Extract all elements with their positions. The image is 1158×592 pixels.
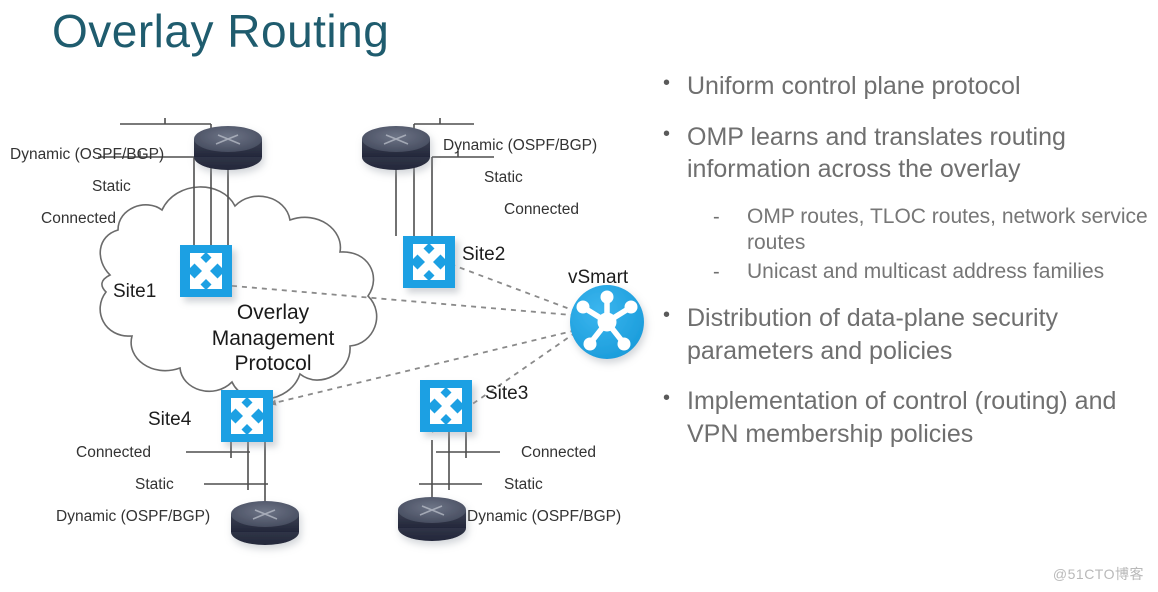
bullet-text: Implementation of control (routing) and …	[687, 387, 1117, 448]
site2-label-static: Static	[484, 169, 523, 186]
vsmart-controller-icon[interactable]	[570, 285, 644, 359]
site3-label-static: Static	[504, 476, 543, 493]
site2-label-dynamic: Dynamic (OSPF/BGP)	[443, 137, 598, 154]
overlay-routing-diagram: Dynamic (OSPF/BGP) Static Connected Site…	[0, 60, 660, 592]
site3-edge-router-icon[interactable]	[420, 380, 472, 432]
site1-router-icon	[194, 126, 262, 170]
site1-label-dynamic: Dynamic (OSPF/BGP)	[10, 146, 165, 163]
sub-bullet-marker: -	[713, 205, 720, 228]
site4-label-static: Static	[135, 476, 174, 493]
sub-bullet-item-2: - Unicast and multicast address families	[655, 259, 1155, 286]
page-title: Overlay Routing	[52, 5, 390, 57]
sub-bullet-text: OMP routes, TLOC routes, network service…	[747, 204, 1148, 255]
watermark: @51CTO博客	[1052, 566, 1144, 582]
site2-edge-router-icon[interactable]	[403, 236, 455, 288]
bullet-list: • Uniform control plane protocol • OMP l…	[655, 70, 1155, 468]
site1-edge-router-icon[interactable]	[180, 245, 232, 297]
site2-label: Site2	[462, 244, 506, 265]
site2-label-connected: Connected	[504, 201, 579, 218]
bullet-item-2: • OMP learns and translates routing info…	[655, 121, 1155, 186]
cloud-text: Overlay Management Protocol	[178, 300, 368, 377]
site1-label-connected: Connected	[41, 210, 116, 227]
bullet-item-4: • Implementation of control (routing) an…	[655, 385, 1155, 450]
site1-label-static: Static	[92, 178, 131, 195]
site4-label-connected: Connected	[76, 444, 151, 461]
bullet-marker: •	[663, 387, 671, 410]
site4-label: Site4	[148, 409, 192, 430]
bullet-item-1: • Uniform control plane protocol	[655, 70, 1155, 103]
bullet-text: Distribution of data-plane security para…	[687, 304, 1059, 365]
site3-label-dynamic: Dynamic (OSPF/BGP)	[467, 508, 622, 525]
bullet-marker: •	[663, 72, 671, 94]
sub-bullet-text: Unicast and multicast address families	[747, 260, 1105, 284]
sub-bullet-list: - OMP routes, TLOC routes, network servi…	[655, 204, 1155, 287]
bullet-marker: •	[663, 122, 671, 145]
cloud-text-line-3: Protocol	[234, 352, 312, 376]
slide-canvas: Overlay Routing Dynamic (OSPF/BGP) Stati…	[0, 0, 1158, 592]
cloud-text-line-2: Management	[211, 326, 335, 350]
sub-bullet-item-1: - OMP routes, TLOC routes, network servi…	[655, 204, 1155, 258]
site2-router-icon	[362, 126, 430, 170]
site4-router-icon	[231, 501, 299, 545]
cloud-text-line-1: Overlay	[236, 301, 310, 324]
site3-label-connected: Connected	[521, 444, 596, 461]
bullet-text: OMP learns and translates routing inform…	[687, 122, 1066, 184]
bullet-item-3: • Distribution of data-plane security pa…	[655, 302, 1155, 367]
bullet-marker: •	[663, 304, 671, 327]
vsmart-label: vSmart	[568, 267, 629, 288]
bullet-text: Uniform control plane protocol	[687, 72, 1021, 100]
site3-label: Site3	[485, 383, 529, 404]
site1-label: Site1	[113, 281, 157, 302]
sub-bullet-marker: -	[713, 261, 720, 284]
site3-router-icon	[398, 497, 466, 541]
site4-edge-router-icon[interactable]	[221, 390, 273, 442]
site4-label-dynamic: Dynamic (OSPF/BGP)	[56, 508, 211, 525]
